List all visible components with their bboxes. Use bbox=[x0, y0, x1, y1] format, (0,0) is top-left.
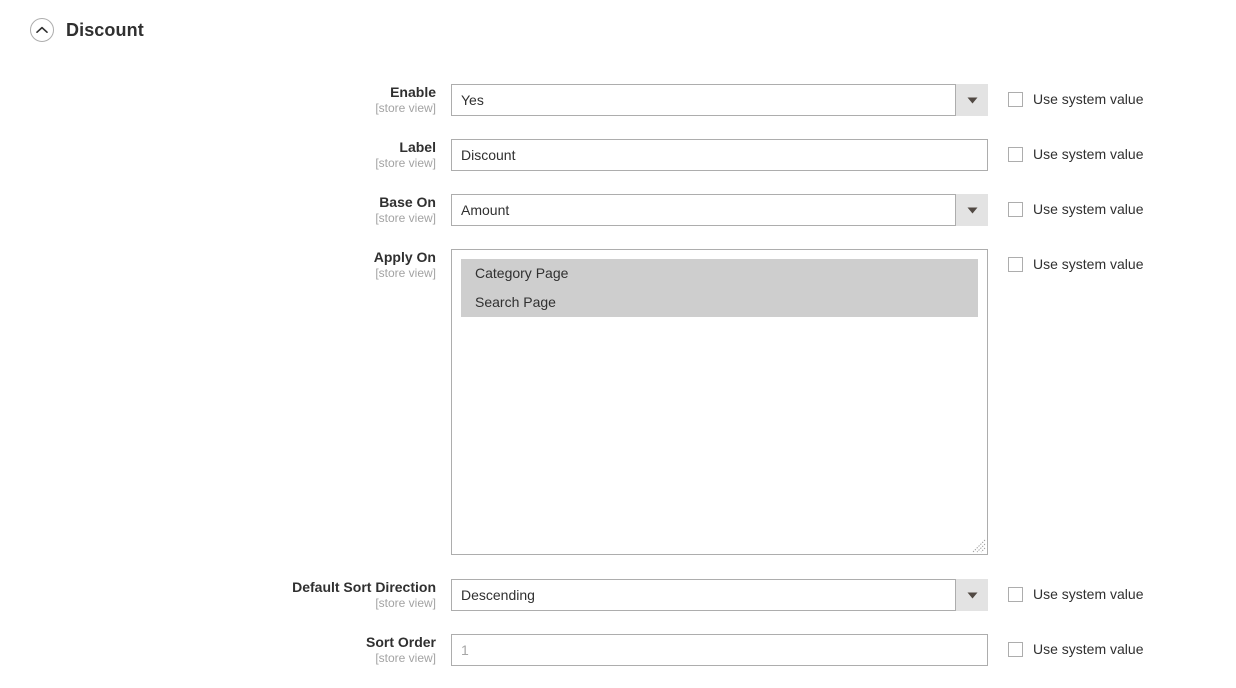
checkbox-use-system-value-enable[interactable] bbox=[1008, 91, 1023, 107]
field-label-enable: Enable bbox=[390, 84, 436, 100]
field-scope-label: [store view] bbox=[375, 156, 436, 170]
select-base-on[interactable]: Amount bbox=[451, 194, 988, 226]
use-system-value-label-apply-on: Use system value bbox=[1033, 256, 1144, 272]
section-header-discount[interactable]: Discount bbox=[30, 18, 144, 42]
field-label-default-sort-direction: Default Sort Direction bbox=[292, 579, 436, 595]
field-scope-enable: [store view] bbox=[375, 101, 436, 115]
field-control-enable: Yes bbox=[451, 84, 988, 116]
field-label-base-on: Base On bbox=[379, 194, 436, 210]
input-label[interactable] bbox=[451, 139, 988, 171]
checkbox-use-system-value-default-sort-direction[interactable] bbox=[1008, 586, 1023, 602]
field-label-block-enable: Enable [store view] bbox=[30, 84, 450, 116]
page-title: Discount bbox=[66, 19, 144, 40]
chevron-down-icon[interactable] bbox=[955, 84, 988, 116]
field-scope-base-on: [store view] bbox=[375, 211, 436, 225]
resize-handle-icon[interactable] bbox=[972, 539, 986, 553]
field-scope-sort-order: [store view] bbox=[375, 651, 436, 665]
chevron-down-icon[interactable] bbox=[955, 579, 988, 611]
field-control-default-sort-direction: Descending bbox=[451, 579, 988, 611]
field-scope-default-sort-direction: [store view] bbox=[375, 596, 436, 610]
select-base-on-value[interactable]: Amount bbox=[451, 194, 988, 226]
field-label-block-apply-on: Apply On [store view] bbox=[30, 249, 450, 281]
field-control-base-on: Amount bbox=[451, 194, 988, 226]
use-system-value-apply-on[interactable]: Use system value bbox=[1008, 256, 1143, 272]
checkbox-use-system-value-apply-on[interactable] bbox=[1008, 256, 1023, 272]
input-sort-order[interactable] bbox=[451, 634, 988, 666]
field-label-block-base-on: Base On [store view] bbox=[30, 194, 450, 226]
use-system-value-label-enable: Use system value bbox=[1033, 91, 1144, 107]
field-scope-apply-on: [store view] bbox=[375, 266, 436, 280]
field-label-label: Label bbox=[399, 139, 436, 155]
use-system-value-default-sort-direction[interactable]: Use system value bbox=[1008, 586, 1143, 602]
checkbox-use-system-value-sort-order[interactable] bbox=[1008, 641, 1023, 657]
field-control-sort-order bbox=[451, 634, 988, 666]
use-system-value-sort-order[interactable]: Use system value bbox=[1008, 641, 1143, 657]
select-enable[interactable]: Yes bbox=[451, 84, 988, 116]
select-default-sort-direction[interactable]: Descending bbox=[451, 579, 988, 611]
field-control-label bbox=[451, 139, 988, 171]
use-system-value-label-default-sort-direction: Use system value bbox=[1033, 586, 1144, 602]
use-system-value-base-on[interactable]: Use system value bbox=[1008, 201, 1143, 217]
field-label-block-default-sort-direction: Default Sort Direction [store view] bbox=[30, 579, 450, 611]
field-control-apply-on: Category Page Search Page bbox=[451, 249, 988, 555]
checkbox-use-system-value-label[interactable] bbox=[1008, 146, 1023, 162]
multiselect-option-search-page[interactable]: Search Page bbox=[461, 288, 978, 317]
select-enable-value[interactable]: Yes bbox=[451, 84, 988, 116]
field-label-block-sort-order: Sort Order [store view] bbox=[30, 634, 450, 666]
use-system-value-label-sort-order: Use system value bbox=[1033, 641, 1144, 657]
chevron-down-icon[interactable] bbox=[955, 194, 988, 226]
field-label-sort-order: Sort Order bbox=[365, 634, 436, 650]
field-label-apply-on: Apply On bbox=[373, 249, 436, 265]
use-system-value-label-label: Use system value bbox=[1033, 146, 1144, 162]
field-label-block-label: Label [store view] bbox=[30, 139, 450, 171]
select-default-sort-direction-value[interactable]: Descending bbox=[451, 579, 988, 611]
multiselect-option-category-page[interactable]: Category Page bbox=[461, 259, 978, 288]
use-system-value-label[interactable]: Use system value bbox=[1008, 146, 1143, 162]
checkbox-use-system-value-base-on[interactable] bbox=[1008, 201, 1023, 217]
use-system-value-label-base-on: Use system value bbox=[1033, 201, 1144, 217]
chevron-up-circle-icon[interactable] bbox=[30, 18, 54, 42]
multiselect-apply-on[interactable]: Category Page Search Page bbox=[451, 249, 988, 555]
use-system-value-enable[interactable]: Use system value bbox=[1008, 91, 1143, 107]
